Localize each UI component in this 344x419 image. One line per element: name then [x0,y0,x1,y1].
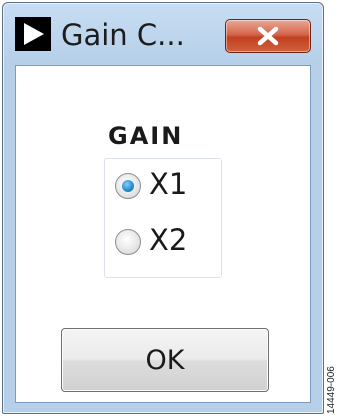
close-icon [257,26,279,46]
dialog-body: GAIN X1 X2 OK [15,65,311,403]
gain-option-label[interactable]: X1 [149,167,187,201]
gain-option-x1[interactable]: X1 [115,167,219,209]
close-button[interactable] [225,19,311,53]
gain-label: GAIN [108,122,184,150]
gain-option-x2[interactable]: X2 [115,223,219,265]
radio-button-x1[interactable] [115,173,141,199]
title-bar[interactable]: Gain C... [3,3,323,63]
figure-id: 14449-006 [326,366,337,414]
play-triangle-icon[interactable] [15,17,51,51]
gain-option-group: X1 X2 [104,158,222,278]
gain-control-window: Gain C... GAIN X1 X2 OK [2,2,324,414]
radio-button-x2[interactable] [115,229,141,255]
gain-option-label[interactable]: X2 [149,223,187,257]
window-title: Gain C... [61,18,185,52]
ok-button[interactable]: OK [61,328,269,392]
